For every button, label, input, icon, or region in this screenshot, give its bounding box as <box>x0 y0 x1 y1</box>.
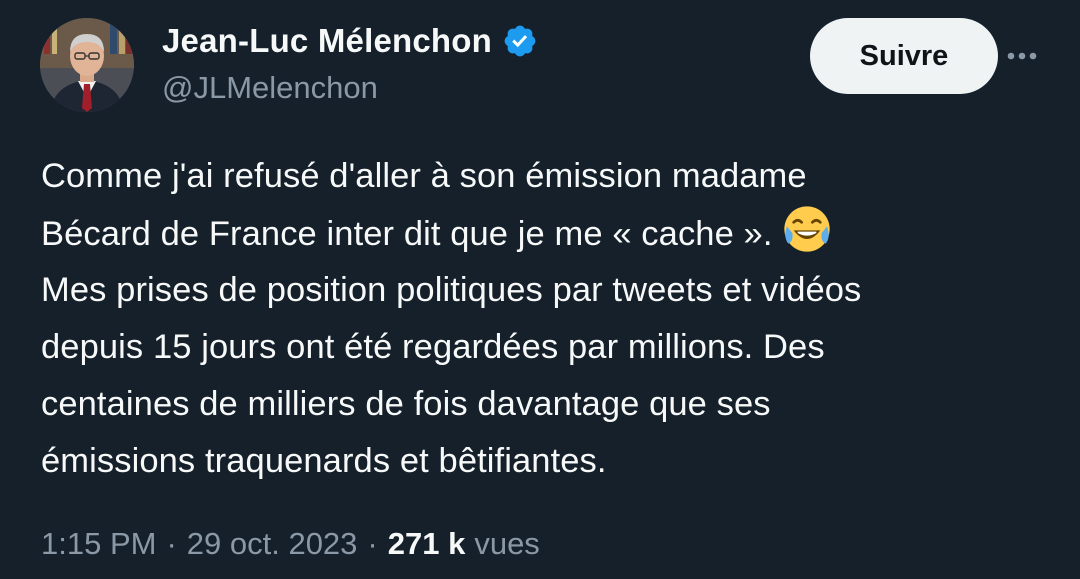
more-horizontal-icon <box>1007 52 1037 60</box>
verified-badge-icon[interactable] <box>502 23 538 59</box>
tweet-text-line: Bécard de France inter dit que je me « c… <box>41 215 773 253</box>
tweet-text-line: centaines de milliers de fois davantage … <box>41 385 771 423</box>
tweet-text-line: Mes prises de position politiques par tw… <box>41 271 862 309</box>
views-label: vues <box>474 526 540 561</box>
tweet-time[interactable]: 1:15 PM <box>41 526 156 562</box>
meta-separator: · <box>367 526 378 561</box>
author-name-row: Jean-Luc Mélenchon <box>162 22 538 60</box>
tweet-text-line: émissions traquenards et bêtifiantes. <box>41 442 607 480</box>
avatar-photo <box>40 18 134 112</box>
tweet-date[interactable]: 29 oct. 2023 <box>187 526 358 562</box>
tweet-text: Comme j'ai refusé d'aller à son émission… <box>41 148 1051 490</box>
avatar[interactable] <box>40 18 134 112</box>
tweet-text-line: depuis 15 jours ont été regardées par mi… <box>41 328 825 366</box>
follow-button[interactable]: Suivre <box>810 18 998 94</box>
author-display-name[interactable]: Jean-Luc Mélenchon <box>162 22 492 60</box>
tweet-meta: 1:15 PM · 29 oct. 2023 · 271 k vues <box>41 526 540 562</box>
meta-separator: · <box>166 526 177 561</box>
views-count[interactable]: 271 k <box>388 526 466 562</box>
face-with-tears-of-joy-icon <box>783 206 830 252</box>
tweet-text-line: Comme j'ai refusé d'aller à son émission… <box>41 157 807 195</box>
more-options-button[interactable] <box>1000 36 1044 76</box>
author-handle[interactable]: @JLMelenchon <box>162 70 378 106</box>
tweet-card: Jean-Luc Mélenchon @JLMelenchon Suivre C… <box>0 0 1080 579</box>
tweet-text-line-with-emoji: Bécard de France inter dit que je me « c… <box>41 205 1051 262</box>
